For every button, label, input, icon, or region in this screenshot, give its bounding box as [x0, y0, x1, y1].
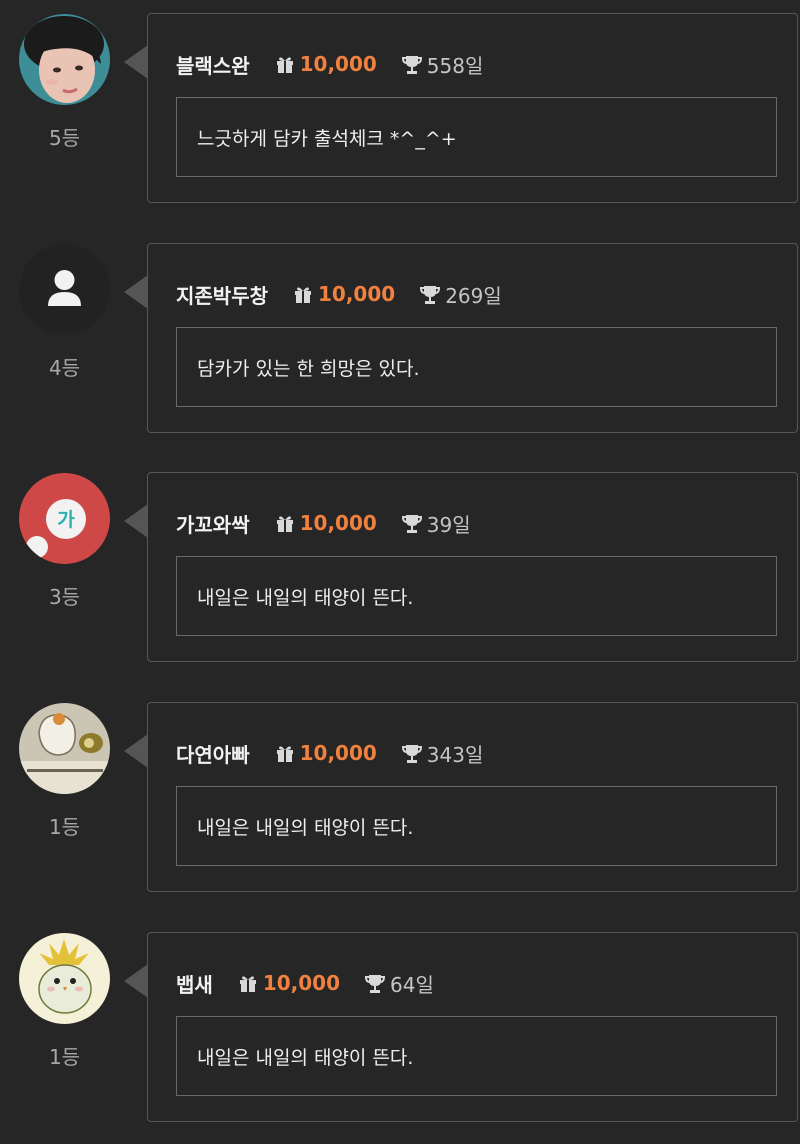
days-count: 39일 — [426, 512, 471, 537]
comment-text: 내일은 내일의 태양이 뜬다. — [176, 1016, 777, 1096]
card-pointer — [124, 275, 148, 309]
card-pointer — [124, 45, 148, 79]
entry-meta: 지존박두창 10,000 269일 — [176, 280, 502, 308]
comment-text: 느긋하게 담카 출석체크 *^_^+ — [176, 97, 777, 177]
entry-meta: 블랙스완 10,000 558일 — [176, 50, 483, 78]
avatar[interactable] — [19, 14, 110, 105]
points-value: 10,000 — [299, 52, 377, 76]
comment-text: 내일은 내일의 태양이 뜬다. — [176, 556, 777, 636]
list-item: 4등 지존박두창 10,000 269일 담카가 있는 한 희망은 있다. — [0, 243, 800, 438]
days-count: 269일 — [445, 283, 502, 308]
comment-card: 가꼬와싹 10,000 39일 내일은 내일의 태양이 뜬다. — [147, 472, 798, 662]
avatar[interactable] — [19, 933, 110, 1024]
nickname[interactable]: 블랙스완 — [176, 50, 250, 79]
avatar[interactable]: 가 — [19, 473, 110, 564]
gift-icon — [274, 742, 296, 764]
trophy-icon — [419, 283, 441, 305]
days-count: 558일 — [426, 53, 484, 78]
rank-label: 4등 — [48, 356, 81, 380]
trophy-icon — [401, 512, 423, 534]
avatar-letter: 가 — [57, 509, 75, 531]
comment-text: 내일은 내일의 태양이 뜬다. — [176, 786, 777, 866]
points-value: 10,000 — [299, 511, 377, 535]
points-value: 10,000 — [318, 282, 396, 306]
trophy-icon — [401, 742, 423, 764]
list-item: 1등 다연아빠 10,000 343일 내일은 내일의 태양이 뜬다. — [0, 702, 800, 897]
avatar[interactable] — [19, 703, 110, 794]
list-item: 가 3등 가꼬와싹 10,000 39일 내일은 내일의 태양이 뜬다. — [0, 472, 800, 667]
user-icon — [54, 270, 75, 290]
comment-card: 뱁새 10,000 64일 내일은 내일의 태양이 뜬다. — [147, 932, 798, 1122]
rank-label: 5등 — [48, 126, 81, 150]
entry-meta: 가꼬와싹 10,000 39일 — [176, 509, 471, 537]
card-pointer — [124, 964, 148, 998]
nickname[interactable]: 뱁새 — [176, 969, 213, 998]
comment-text: 담카가 있는 한 희망은 있다. — [176, 327, 777, 407]
gift-icon — [274, 53, 296, 75]
list-item: 5등 블랙스완 10,000 558일 느긋하게 담카 출석체크 *^_^+ — [0, 13, 800, 208]
nickname[interactable]: 가꼬와싹 — [176, 509, 250, 538]
rank-label: 1등 — [48, 815, 81, 839]
days-count: 64일 — [390, 972, 434, 997]
trophy-icon — [401, 53, 423, 75]
card-pointer — [124, 504, 148, 538]
nickname[interactable]: 지존박두창 — [176, 280, 268, 309]
avatar[interactable] — [19, 244, 110, 335]
comment-card: 블랙스완 10,000 558일 느긋하게 담카 출석체크 *^_^+ — [147, 13, 798, 203]
points-value: 10,000 — [299, 741, 377, 765]
comment-card: 다연아빠 10,000 343일 내일은 내일의 태양이 뜬다. — [147, 702, 798, 892]
trophy-icon — [364, 972, 386, 994]
card-pointer — [124, 734, 148, 768]
list-item: 1등 뱁새 10,000 64일 내일은 내일의 태양이 뜬다. — [0, 932, 800, 1127]
points-value: 10,000 — [262, 971, 340, 995]
rank-label: 1등 — [48, 1045, 81, 1069]
gift-icon — [292, 283, 314, 305]
gift-icon — [274, 512, 296, 534]
entry-meta: 다연아빠 10,000 343일 — [176, 739, 483, 767]
days-count: 343일 — [426, 742, 484, 767]
nickname[interactable]: 다연아빠 — [176, 739, 250, 768]
rank-label: 3등 — [48, 585, 81, 609]
gift-icon — [237, 972, 259, 994]
comment-card: 지존박두창 10,000 269일 담카가 있는 한 희망은 있다. — [147, 243, 798, 433]
entry-meta: 뱁새 10,000 64일 — [176, 969, 434, 997]
